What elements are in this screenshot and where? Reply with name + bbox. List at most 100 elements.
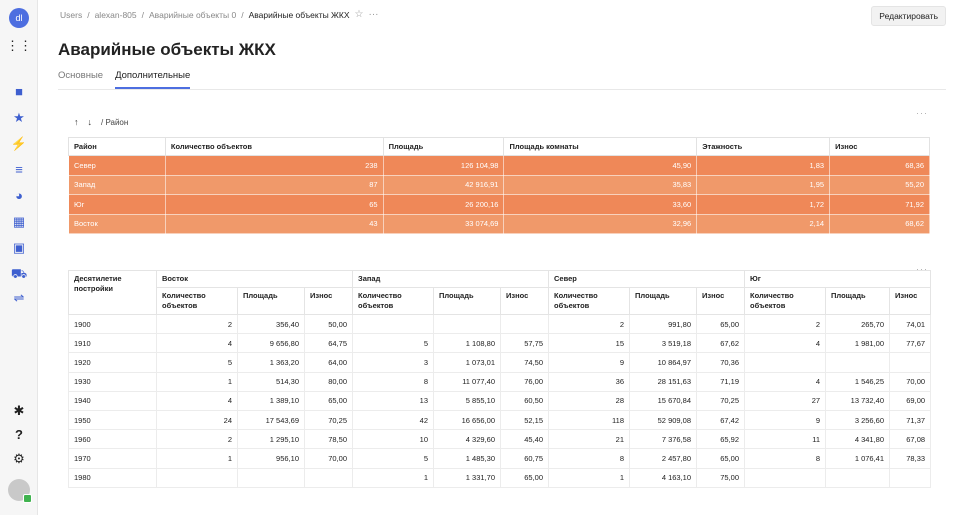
value-cell: 71,92 <box>829 194 930 215</box>
star-icon[interactable]: ★ <box>0 107 38 127</box>
column-header[interactable]: Площадь <box>629 287 698 315</box>
value-cell: 65,92 <box>696 429 746 450</box>
value-cell: 1 331,70 <box>433 467 501 488</box>
online-status-icon <box>23 494 32 503</box>
group-header-vostok[interactable]: Восток <box>156 270 353 288</box>
breadcrumb-folder[interactable]: Аварийные объекты 0 <box>149 10 236 20</box>
breadcrumb-users[interactable]: Users <box>60 10 82 20</box>
column-header[interactable]: Износ <box>829 137 930 156</box>
pie-icon[interactable]: ◕ <box>0 185 38 205</box>
datasets-icon[interactable]: ▣ <box>0 237 38 257</box>
gear-icon[interactable]: ⚙ <box>0 448 38 468</box>
value-cell <box>499 313 550 335</box>
table-row[interactable]: Восток 43 33 074,69 32,96 2,14 68,62 <box>68 213 930 234</box>
column-header[interactable]: Износ <box>696 287 746 315</box>
table-row[interactable]: 1940 4 1 389,10 65,00 13 5 855,10 60,50 28 15 67… <box>68 390 932 411</box>
decade-header[interactable]: Десятилетие постройки <box>68 270 157 315</box>
table-row[interactable]: 1920 5 1 363,20 64,00 3 1 073,01 74,50 9 10 864,… <box>68 352 932 373</box>
column-header[interactable]: Площадь <box>433 287 501 315</box>
dashboard-icon[interactable]: ▦ <box>0 211 38 231</box>
value-cell: 71,37 <box>889 409 932 431</box>
decade-cell: 1920 <box>68 352 157 373</box>
value-cell: 45,90 <box>503 155 698 176</box>
avatar[interactable] <box>0 478 38 503</box>
app-logo-icon[interactable]: dl <box>0 8 38 28</box>
value-cell: 1,95 <box>696 174 831 195</box>
bug-icon[interactable]: ✱ <box>0 400 38 420</box>
table-row[interactable]: 1950 24 17 543,69 70,25 42 16 656,00 52,15 118 5… <box>68 409 932 431</box>
group-header-sever[interactable]: Север <box>548 270 746 288</box>
bolt-icon[interactable]: ⚡ <box>0 133 38 153</box>
breadcrumb-user-folder[interactable]: alexan-805 <box>95 10 137 20</box>
column-header[interactable]: Площадь <box>237 287 305 315</box>
column-header[interactable]: Площадь комнаты <box>503 137 698 156</box>
value-cell: 514,30 <box>237 371 305 392</box>
column-header[interactable]: Количество объектов <box>744 287 827 315</box>
group-header-zapad[interactable]: Запад <box>351 270 550 288</box>
value-cell: 80,00 <box>304 371 353 392</box>
column-header[interactable]: Количество объектов <box>164 137 384 156</box>
column-header[interactable]: Износ <box>889 287 932 315</box>
value-cell: 70,36 <box>696 352 746 373</box>
value-cell: 2 <box>156 429 238 450</box>
table-row[interactable]: 1970 1 956,10 70,00 5 1 485,30 60,75 8 2 457,80 6… <box>68 448 932 469</box>
table-row[interactable]: Запад 87 42 916,91 35,83 1,95 55,20 <box>68 174 930 195</box>
apps-grid-icon[interactable]: ⋮⋮ <box>0 35 38 55</box>
widget-more-icon[interactable]: ··· <box>916 108 928 118</box>
drilldown-path[interactable]: / Район <box>101 118 128 127</box>
value-cell: 4 <box>744 371 827 392</box>
settings-sliders-icon[interactable]: ⇌ <box>0 287 38 307</box>
cart-icon[interactable]: ⛟ <box>0 263 38 283</box>
table-row[interactable]: Север 238 126 104,98 45,90 1,83 68,36 <box>68 155 930 176</box>
value-cell: 65,00 <box>696 313 746 335</box>
value-cell: 74,01 <box>889 313 932 335</box>
value-cell: 3 <box>352 352 434 373</box>
table1-toolbar: ↑ ↓ / Район <box>74 117 128 127</box>
table-row[interactable]: 1930 1 514,30 80,00 8 11 077,40 76,00 36 28 151,… <box>68 371 932 392</box>
more-menu-icon[interactable]: ··· <box>369 9 379 20</box>
value-cell: 76,00 <box>499 371 550 392</box>
value-cell: 4 329,60 <box>433 429 501 450</box>
column-header[interactable]: Количество объектов <box>352 287 434 315</box>
value-cell <box>237 467 305 488</box>
list-icon[interactable]: ≡ <box>0 159 38 179</box>
value-cell: 65 <box>164 194 384 215</box>
value-cell: 77,67 <box>889 333 932 354</box>
help-icon[interactable]: ? <box>0 424 38 444</box>
table-row[interactable]: 1910 4 9 656,80 64,75 5 1 108,80 57,75 15 3 519,… <box>68 333 932 354</box>
column-header[interactable]: Количество объектов <box>156 287 238 315</box>
sub-header-row: Количество объектов Площадь Износ Количе… <box>69 287 932 315</box>
value-cell: 28 151,63 <box>629 371 698 392</box>
value-cell: 60,50 <box>499 390 550 411</box>
column-header[interactable]: Площадь <box>382 137 505 156</box>
value-cell <box>352 313 434 335</box>
table-row[interactable]: Юг 65 26 200,16 33,60 1,72 71,92 <box>68 194 930 215</box>
column-header[interactable]: Износ <box>499 287 550 315</box>
value-cell: 1,72 <box>696 194 831 215</box>
value-cell <box>825 352 891 373</box>
table-row[interactable]: 1900 2 356,40 50,00 2 991,80 65,00 2 265,70 74,01 <box>68 313 932 335</box>
table-row[interactable]: 1960 2 1 295,10 78,50 10 4 329,60 45,40 21 7 376… <box>68 429 932 450</box>
column-header[interactable]: Площадь <box>825 287 891 315</box>
column-header[interactable]: Износ <box>304 287 353 315</box>
group-header-yug[interactable]: Юг <box>744 270 932 288</box>
value-cell: 9 <box>548 352 631 373</box>
value-cell: 15 670,84 <box>629 390 698 411</box>
value-cell: 70,25 <box>304 409 353 431</box>
sort-up-icon[interactable]: ↑ <box>74 117 79 127</box>
value-cell: 64,75 <box>304 333 353 354</box>
folder-icon[interactable]: ■ <box>0 81 38 101</box>
column-header[interactable]: Количество объектов <box>548 287 631 315</box>
column-header[interactable]: Район <box>68 137 166 156</box>
decade-cell: 1910 <box>68 333 157 354</box>
edit-button[interactable]: Редактировать <box>871 6 946 26</box>
sort-down-icon[interactable]: ↓ <box>88 117 93 127</box>
favorite-star-icon[interactable]: ☆ <box>355 9 364 20</box>
tab-additional[interactable]: Дополнительные <box>115 70 191 89</box>
value-cell: 238 <box>164 155 384 176</box>
decade-cell: 1940 <box>68 390 157 411</box>
value-cell: 126 104,98 <box>382 155 505 176</box>
column-header[interactable]: Этажность <box>696 137 831 156</box>
tab-basic[interactable]: Основные <box>58 70 103 89</box>
table-row[interactable]: 1980 1 1 331,70 65,00 1 4 163,10 75,00 <box>68 467 932 488</box>
